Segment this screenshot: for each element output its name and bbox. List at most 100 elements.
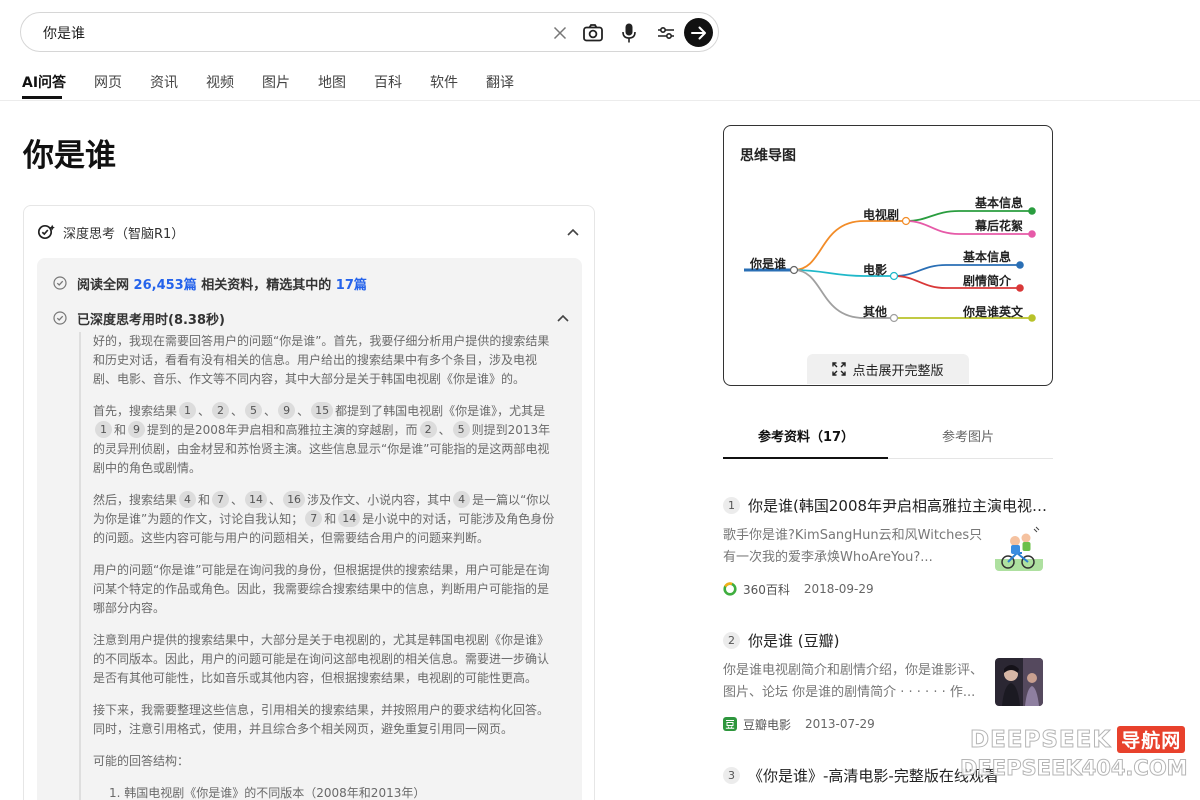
- mindmap-branch-label: 电影: [863, 262, 887, 277]
- mindmap-leaf-label: 基本信息: [962, 249, 1011, 264]
- mindmap-leaf-label: 基本信息: [974, 195, 1023, 210]
- expand-icon: [832, 362, 847, 376]
- mindmap-card: 思维导图 你是谁 电视剧 基本信息 幕后花絮 电影 基本信息 剧情简介 其他 你…: [723, 125, 1053, 386]
- citation-badge[interactable]: 1: [179, 402, 197, 419]
- reference-meta: 豆瓣电影 2013-07-29: [723, 716, 875, 732]
- citation-badge[interactable]: 16: [283, 491, 306, 508]
- citation-badge[interactable]: 4: [453, 491, 471, 508]
- citation-badge[interactable]: 4: [179, 491, 197, 508]
- citation-badge[interactable]: 14: [245, 491, 268, 508]
- clear-icon[interactable]: [548, 21, 572, 45]
- baike-360-logo-icon: [723, 582, 737, 596]
- collapse-thinking-button[interactable]: [562, 222, 584, 242]
- citation-badge[interactable]: 5: [452, 421, 470, 438]
- tab-translate[interactable]: 翻译: [486, 72, 514, 92]
- reasoning-text: 好的，我现在需要回答用户的问题“你是谁”。首先，我要仔细分析用户提供的搜索结果和…: [79, 332, 557, 800]
- mindmap-node-root-handle: [789, 265, 799, 275]
- watermark-badge: 导航网: [1117, 726, 1186, 753]
- citation-badge[interactable]: 2: [419, 421, 437, 438]
- reference-number: 1: [723, 496, 740, 514]
- tab-software[interactable]: 软件: [430, 72, 458, 92]
- microphone-icon[interactable]: [617, 21, 641, 45]
- reasoning-paragraph: 接下来，我需要整理这些信息，引用相关的搜索结果，并按照用户的要求结构化回答。同时…: [93, 703, 550, 736]
- think-time-label: 已深度思考用时(8.38秒): [77, 312, 225, 328]
- reference-item: 2 你是谁 (豆瓣) 你是谁电视剧简介和剧情介绍，你是谁影评、图片、论坛 你是谁…: [723, 630, 1053, 732]
- collapse-reasoning-button[interactable]: [552, 308, 574, 328]
- tab-ai-qa[interactable]: AI问答: [22, 72, 66, 92]
- mindmap-branch-label: 电视剧: [863, 207, 899, 222]
- read-step-middle: 相关资料，精选其中的: [201, 277, 332, 293]
- watermark-url: DEEPSEEK404.COM: [960, 756, 1189, 781]
- tab-images[interactable]: 图片: [262, 72, 290, 92]
- citation-badge[interactable]: 9: [128, 421, 146, 438]
- citation-badge[interactable]: 5: [245, 402, 263, 419]
- reasoning-paragraph: 注意到用户提供的搜索结果中，大部分是关于电视剧的，尤其是韩国电视剧《你是谁》的不…: [93, 633, 550, 685]
- citation-badge[interactable]: 15: [311, 402, 334, 419]
- tab-reference-images[interactable]: 参考图片: [942, 426, 994, 445]
- reference-link[interactable]: 2 你是谁 (豆瓣): [723, 630, 1053, 650]
- check-circle-icon: [53, 276, 67, 290]
- mindmap-node-handle: [901, 216, 911, 226]
- citation-badge[interactable]: 1: [95, 421, 112, 438]
- reference-link[interactable]: 1 你是谁(韩国2008年尹启相高雅拉主演电视剧): [723, 495, 1053, 515]
- tab-video[interactable]: 视频: [206, 72, 234, 92]
- submit-search-button[interactable]: [684, 18, 713, 47]
- mindmap-leaf-label: 剧情简介: [963, 273, 1012, 288]
- citation-badge[interactable]: 9: [278, 402, 296, 419]
- reference-thumbnail[interactable]: [995, 658, 1043, 706]
- tab-web[interactable]: 网页: [94, 72, 122, 92]
- deep-thinking-header[interactable]: 深度思考（智脑R1）: [37, 222, 184, 242]
- think-time-step: 已深度思考用时(8.38秒): [53, 308, 225, 328]
- selected-count: 17篇: [335, 277, 367, 293]
- mindmap-leaf-dot: [1028, 207, 1036, 215]
- mindmap-leaf-dot: [1028, 230, 1036, 238]
- tab-encyclopedia[interactable]: 百科: [374, 72, 402, 92]
- reasoning-paragraph: 好的，我现在需要回答用户的问题“你是谁”。首先，我要仔细分析用户提供的搜索结果和…: [93, 334, 550, 386]
- citation-badge[interactable]: 14: [338, 510, 361, 527]
- reference-date: 2018-09-29: [803, 582, 874, 596]
- citation-badge[interactable]: 7: [305, 510, 323, 527]
- check-circle-icon: [53, 311, 67, 325]
- read-sources-step: 阅读全网 26,453篇 相关资料，精选其中的 17篇: [53, 273, 367, 293]
- reference-number: 2: [723, 631, 740, 649]
- reference-title[interactable]: 你是谁(韩国2008年尹启相高雅拉主演电视剧): [748, 495, 1048, 516]
- reference-number: 3: [723, 766, 740, 784]
- search-bar: [20, 12, 719, 52]
- search-input[interactable]: [43, 22, 543, 44]
- reasoning-paragraph: 然后，搜索结果 4 和 7、 14、 16 涉及作文、小说内容，其中 4 是一篇以“你以为你是谁…: [93, 491, 555, 545]
- reasoning-list-item: 1. 韩国电视剧《你是谁》的不同版本（2008年和2013年）: [109, 786, 426, 800]
- reference-title[interactable]: 你是谁 (豆瓣): [748, 630, 1048, 651]
- reference-source: 360百科: [743, 582, 790, 597]
- tab-news[interactable]: 资讯: [150, 72, 178, 92]
- citation-badge[interactable]: 2: [212, 402, 230, 419]
- question-title: 你是谁: [23, 138, 116, 174]
- deep-think-icon: [37, 224, 55, 240]
- filter-settings-icon[interactable]: [654, 21, 678, 45]
- douban-logo-icon: [723, 717, 737, 731]
- tab-map[interactable]: 地图: [318, 72, 346, 92]
- mindmap-leaf-dot: [1016, 261, 1024, 269]
- mindmap-branch-label: 其他: [863, 304, 887, 319]
- tabs-divider: [0, 100, 1200, 101]
- watermark-brand: DEEPSEEK 导航网: [969, 726, 1186, 754]
- expand-mindmap-label: 点击展开完整版: [852, 363, 944, 379]
- expand-mindmap-button[interactable]: 点击展开完整版: [807, 354, 969, 384]
- chevron-up-icon: [557, 314, 569, 322]
- reference-snippet: 你是谁电视剧简介和剧情介绍，你是谁影评、图片、论坛 你是谁的剧情简介 · · ·…: [723, 663, 984, 700]
- reasoning-paragraph: 用户的问题“你是谁”可能是在询问我的身份，但根据提供的搜索结果，用户可能是在询问…: [93, 563, 550, 615]
- citation-badge[interactable]: 7: [212, 491, 230, 508]
- mindmap-leaf-dot: [1028, 314, 1036, 322]
- mindmap-node-handle: [889, 271, 899, 281]
- mindmap-root-label: 你是谁: [749, 256, 786, 271]
- reference-thumbnail[interactable]: [995, 523, 1043, 571]
- active-ref-tab-indicator: [723, 457, 888, 459]
- camera-icon[interactable]: [581, 21, 605, 45]
- mindmap-leaf-label: 幕后花絮: [974, 218, 1023, 233]
- active-tab-indicator: [22, 96, 62, 99]
- tab-references[interactable]: 参考资料（17）: [758, 426, 854, 445]
- thinking-process: 阅读全网 26,453篇 相关资料，精选其中的 17篇 已深度思考用时(8.38…: [37, 258, 582, 800]
- deep-thinking-panel: 深度思考（智脑R1） 阅读全网 26,453篇 相关资料，精选其中的 17篇 已…: [23, 205, 595, 800]
- mindmap-diagram: 你是谁 电视剧 基本信息 幕后花絮 电影 基本信息 剧情简介 其他 你是谁英文: [744, 195, 1036, 323]
- reference-item: 1 你是谁(韩国2008年尹启相高雅拉主演电视剧) 歌手你是谁?KimSangH…: [723, 495, 1053, 597]
- ref-tabs-divider: [888, 458, 1053, 459]
